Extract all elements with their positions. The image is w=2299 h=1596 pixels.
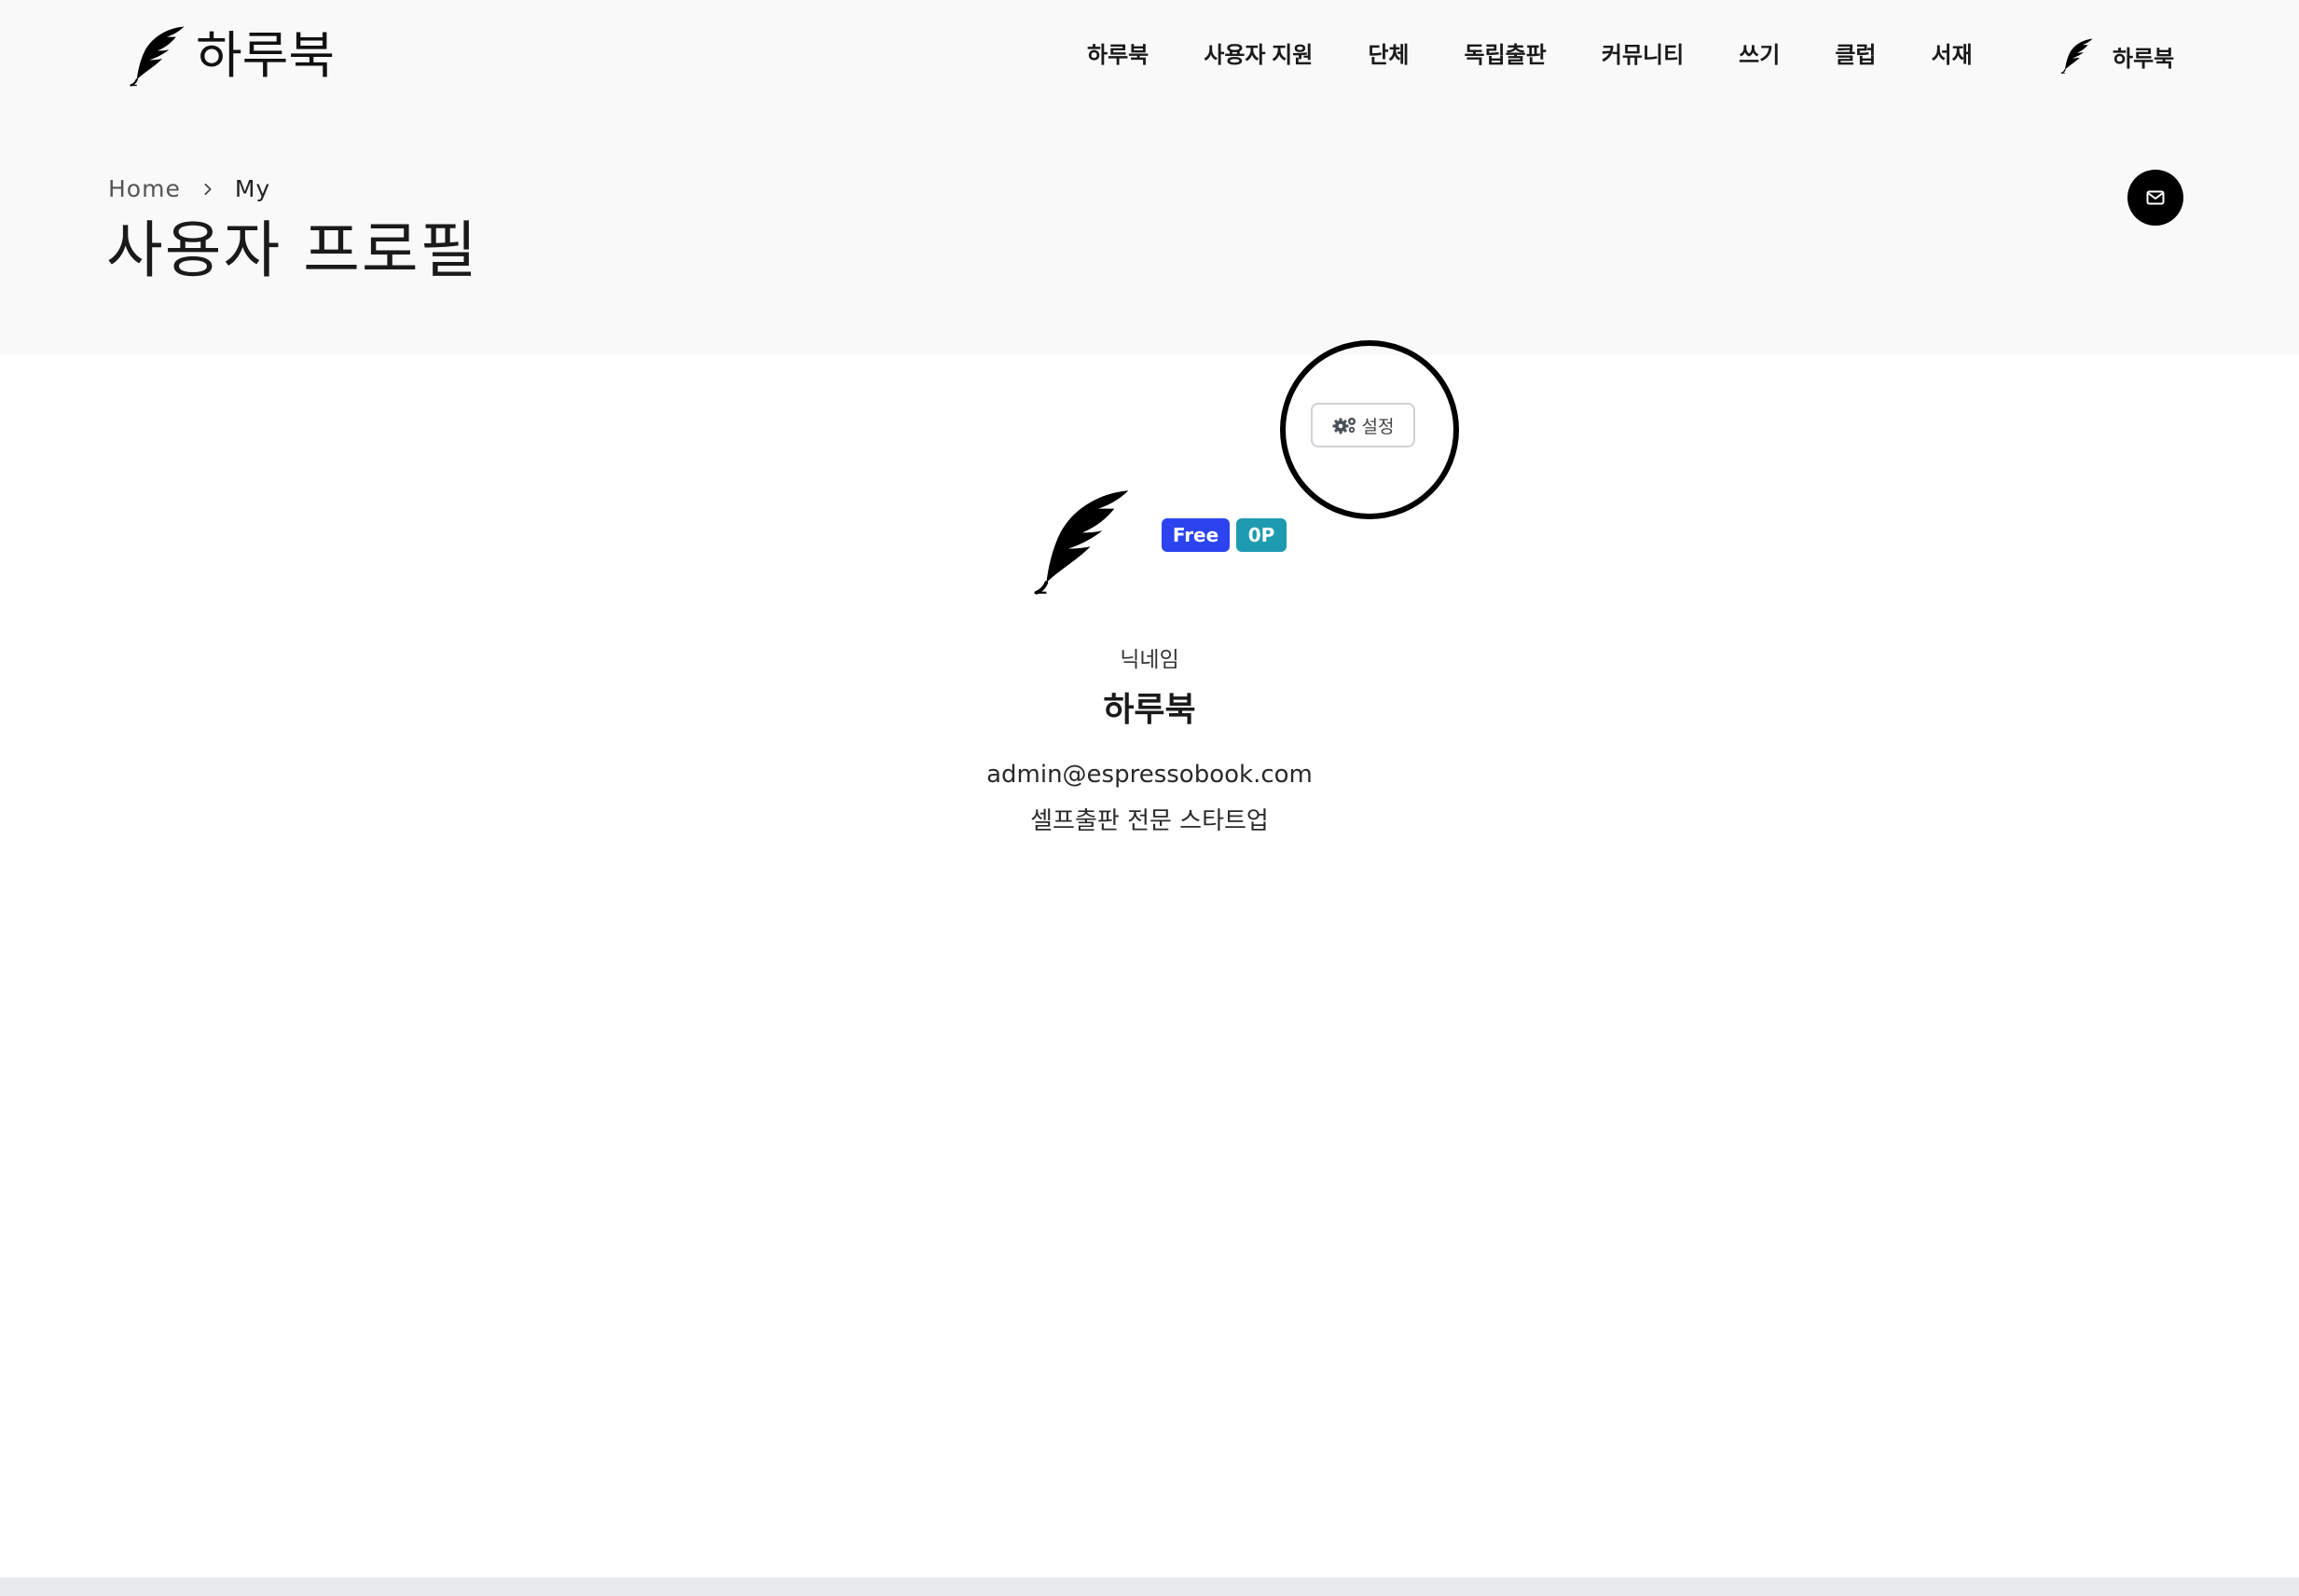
profile-avatar-feather-icon [1030, 487, 1135, 597]
breadcrumb: Home My [108, 175, 270, 202]
chevron-right-icon [204, 183, 212, 195]
nav-item-library[interactable]: 서재 [1932, 35, 1973, 76]
user-avatar-feather-icon [2060, 37, 2094, 75]
nav-item-club[interactable]: 클럽 [1835, 35, 1876, 76]
breadcrumb-home-link[interactable]: Home [108, 175, 181, 202]
site-logo[interactable]: 하루북 [129, 22, 335, 89]
mail-button[interactable] [2127, 170, 2183, 226]
nav-item-user-support[interactable]: 사용자 지원 [1204, 35, 1313, 76]
points-badge: 0P [1236, 518, 1287, 552]
profile-bio: 셀프출판 전문 스타트업 [1030, 807, 1269, 835]
nav-item-write[interactable]: 쓰기 [1739, 35, 1780, 76]
breadcrumb-current: My [234, 175, 271, 202]
logo-wordmark: 하루북 [196, 26, 336, 85]
main-nav: 하루북 사용자 지원 단체 독립출판 커뮤니티 쓰기 클럽 서재 [1087, 35, 2028, 76]
nav-item-harubook[interactable]: 하루북 [1087, 35, 1149, 76]
profile-email: admin@espressobook.com [986, 761, 1313, 789]
feather-logo-icon [129, 24, 186, 88]
footer-strip [0, 1577, 2299, 1596]
page-title: 사용자 프로필 [106, 214, 479, 286]
user-menu[interactable]: 하루북 [2060, 35, 2174, 76]
gears-icon [1332, 418, 1356, 434]
settings-button[interactable]: 설정 [1311, 403, 1415, 447]
nav-item-group[interactable]: 단체 [1368, 35, 1409, 76]
nav-item-community[interactable]: 커뮤니티 [1602, 35, 1684, 76]
user-menu-name: 하루북 [2113, 46, 2175, 72]
nickname-label: 닉네임 [1120, 648, 1179, 672]
settings-label: 설정 [1361, 416, 1395, 437]
nickname: 하루북 [1103, 691, 1196, 729]
plan-badge: Free [1162, 518, 1230, 552]
mail-icon [2146, 190, 2165, 205]
nav-item-indie-publishing[interactable]: 독립출판 [1465, 35, 1547, 76]
